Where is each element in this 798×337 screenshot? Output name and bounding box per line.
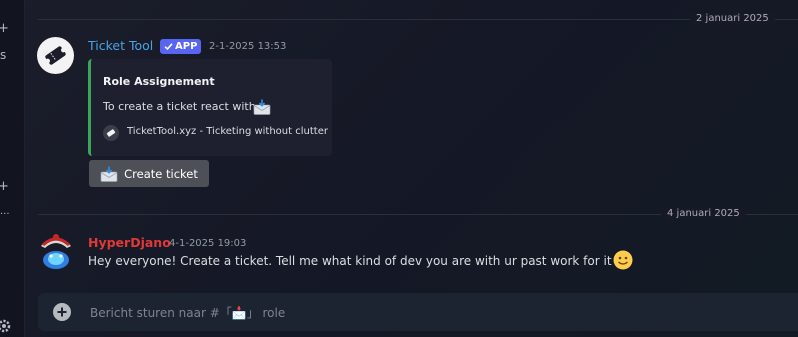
message-input[interactable] — [88, 304, 652, 322]
embed: Role Assignement To create a ticket reac… — [88, 59, 332, 156]
message-text: Hey everyone! Create a ticket. Tell me w… — [88, 254, 612, 268]
app-badge: APP — [160, 39, 202, 54]
avatar[interactable] — [37, 37, 74, 74]
add-attachment-icon[interactable] — [53, 303, 71, 321]
envelope-incoming-icon — [253, 99, 271, 115]
avatar-image — [41, 234, 71, 269]
avatar[interactable] — [35, 228, 77, 270]
message-timestamp: 4-1-2025 19:03 — [169, 238, 247, 249]
more-icon[interactable]: ... — [0, 206, 10, 217]
embed-footer-text: TicketTool.xyz - Ticketing without clutt… — [127, 126, 328, 137]
left-rail: + s + ... — [0, 0, 25, 337]
embed-title: Role Assignement — [103, 75, 215, 88]
slightly-smiling-face-icon — [613, 250, 633, 270]
badge-label: APP — [175, 41, 198, 52]
divider-date-label: 2 januari 2025 — [690, 13, 775, 24]
message-composer — [38, 293, 798, 331]
envelope-incoming-icon — [100, 166, 118, 182]
create-ticket-button[interactable]: Create ticket — [89, 160, 209, 187]
gear-icon[interactable] — [0, 318, 12, 334]
ticket-icon — [45, 46, 66, 65]
embed-description: To create a ticket react with — [103, 100, 256, 113]
author-name[interactable]: HyperDjano — [88, 235, 171, 250]
footer-icon — [103, 125, 119, 141]
ticket-icon — [106, 129, 116, 137]
date-divider — [38, 19, 798, 20]
add-icon[interactable]: + — [0, 179, 9, 194]
add-icon[interactable]: + — [0, 21, 9, 36]
check-icon — [164, 43, 173, 51]
channel-letter: s — [0, 48, 7, 62]
author-name[interactable]: Ticket Tool — [88, 38, 153, 53]
message-timestamp: 2-1-2025 13:53 — [209, 41, 287, 52]
divider-date-label: 4 januari 2025 — [661, 208, 746, 219]
create-ticket-label: Create ticket — [124, 166, 198, 181]
